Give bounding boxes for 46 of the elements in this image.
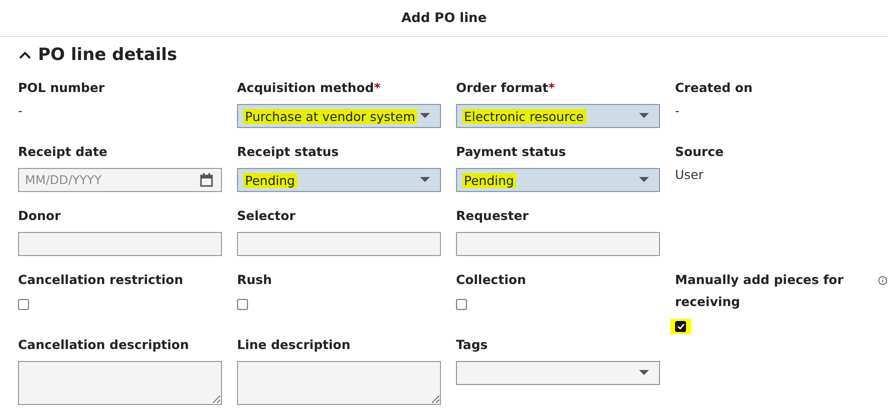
chevron-up-icon bbox=[18, 50, 32, 60]
field-label: Line description bbox=[237, 336, 350, 354]
select-field[interactable]: Purchase at vendor system bbox=[237, 104, 441, 128]
select-field[interactable]: Electronic resource bbox=[456, 104, 660, 128]
field-label: Payment status bbox=[456, 143, 566, 161]
checkbox[interactable] bbox=[18, 299, 29, 310]
dialog-title: Add PO line bbox=[401, 10, 487, 26]
field-value: - bbox=[18, 103, 24, 118]
text-area[interactable] bbox=[237, 361, 441, 405]
field-label: Donor bbox=[18, 207, 61, 225]
field-label: Tags bbox=[456, 336, 488, 354]
field-label: Selector bbox=[237, 207, 296, 225]
text-field[interactable] bbox=[456, 232, 660, 256]
field-label: Receipt date bbox=[18, 143, 108, 161]
checkbox[interactable] bbox=[675, 321, 686, 332]
select-field[interactable]: Pending bbox=[456, 168, 660, 192]
field-label: Manually add pieces for receiving bbox=[675, 271, 844, 311]
select-field[interactable]: Pending bbox=[237, 168, 441, 192]
field-label: Source bbox=[675, 143, 724, 161]
checkbox[interactable] bbox=[456, 299, 467, 310]
field-label: Collection bbox=[456, 271, 526, 289]
field-label: Receipt status bbox=[237, 143, 339, 161]
caret-icon bbox=[420, 177, 430, 183]
field-label: Order format* bbox=[456, 79, 555, 97]
field-label: Rush bbox=[237, 271, 272, 289]
field-label: POL number bbox=[18, 79, 105, 97]
caret-icon bbox=[639, 177, 649, 183]
calendar-icon[interactable] bbox=[200, 173, 213, 187]
field-value: User bbox=[675, 167, 704, 182]
field-label: Cancellation description bbox=[18, 336, 189, 354]
date-field[interactable]: MM/DD/YYYY bbox=[18, 168, 222, 192]
caret-icon bbox=[420, 113, 430, 119]
caret-icon bbox=[639, 370, 649, 376]
field-label: Cancellation restriction bbox=[18, 271, 184, 289]
section-toggle[interactable]: PO line details bbox=[18, 45, 178, 65]
text-field[interactable] bbox=[237, 232, 441, 256]
select-field[interactable] bbox=[456, 361, 660, 385]
info-icon[interactable] bbox=[878, 275, 887, 286]
field-label: Created on bbox=[675, 79, 752, 97]
text-area[interactable] bbox=[18, 361, 222, 405]
caret-icon bbox=[639, 113, 649, 119]
text-field[interactable] bbox=[18, 232, 222, 256]
field-label: Requester bbox=[456, 207, 528, 225]
checkbox[interactable] bbox=[237, 299, 248, 310]
field-label: Acquisition method* bbox=[237, 79, 380, 97]
field-value: - bbox=[675, 103, 681, 118]
